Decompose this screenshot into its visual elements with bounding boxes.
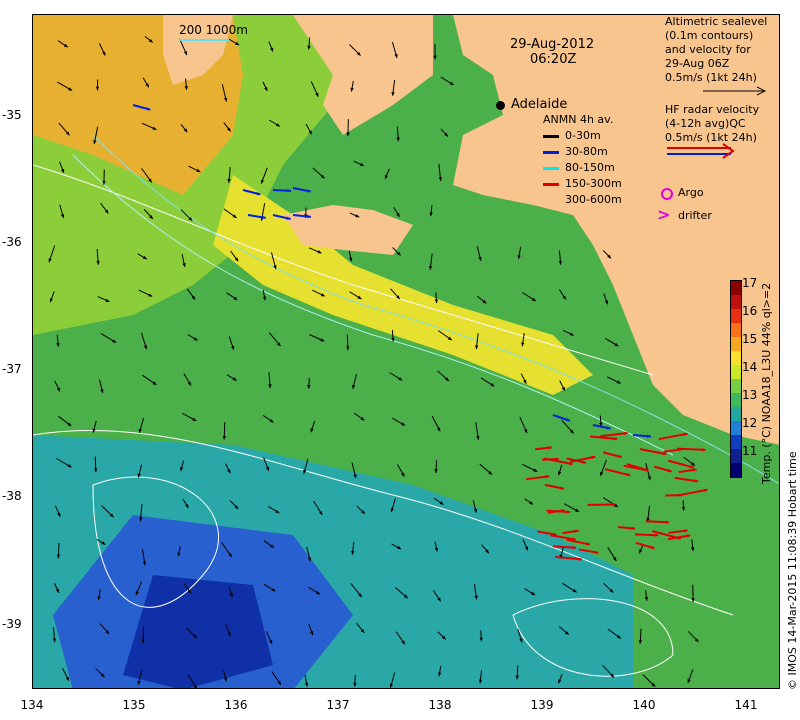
anmn-item: 80-150m [543,160,622,176]
colorbar-segment [731,393,741,407]
x-tick: 135 [122,698,146,712]
y-tick: -36 [2,235,22,249]
anmn-item: 0-30m [543,128,622,144]
colorbar-tick: 12 [742,416,758,430]
x-tick: 138 [428,698,452,712]
colorbar-segment [731,379,741,393]
anmn-swatch [543,134,559,138]
city-label: Adelaide [511,97,568,112]
anmn-swatch [543,166,559,170]
colorbar-segment [731,281,741,295]
anmn-label: 150-300m [565,177,622,190]
hf-radar-legend: HF radar velocity (4-12h avg)QC 0.5m/s (… [665,103,759,145]
legend-text: (0.1m contours) [665,29,754,42]
colorbar-tick: 16 [742,304,758,318]
colorbar-tick: 11 [742,444,758,458]
legend-text: 29-Aug 06Z [665,57,730,70]
anmn-label: 80-150m [565,161,615,174]
anmn-label: 0-30m [565,129,601,142]
credit-text: © IMOS 14-Mar-2015 11:08:39 Hobart time [786,451,799,690]
altimetry-legend: Altimetric sealevel (0.1m contours) and … [665,15,767,85]
colorbar-segment [731,435,741,449]
anmn-label: 300-600m [565,193,622,206]
scale-bar-label: 200 1000m [179,23,248,37]
date-label: 29-Aug-2012 [510,37,595,52]
drifter-icon: > [657,205,671,224]
legend-text: (4-12h avg)QC [665,117,746,130]
colorbar-label: Temp. (°C) NOAA18_L3U 44% ql>=2 [760,282,773,484]
colorbar-tick: 15 [742,332,758,346]
x-tick: 140 [632,698,656,712]
colorbar-segment [731,309,741,323]
hf-radar-scale-arrow [667,143,735,159]
time-label: 06:20Z [530,52,577,67]
colorbar-tick: 17 [742,276,758,290]
drifter-label: drifter [678,209,712,222]
x-tick: 134 [20,698,44,712]
y-tick: -35 [2,108,22,122]
colorbar-segment [731,295,741,309]
legend-text: HF radar velocity [665,103,760,116]
anmn-swatch [543,182,559,186]
legend-text: and velocity for [665,43,751,56]
argo-icon [661,188,673,200]
anmn-swatch [543,199,559,202]
colorbar-segment [731,351,741,365]
argo-label: Argo [678,186,704,199]
colorbar-segment [731,421,741,435]
altimetry-scale-arrow [703,86,767,96]
y-tick: -39 [2,617,22,631]
colorbar-segment [731,323,741,337]
colorbar-segment [731,407,741,421]
map-canvas[interactable]: 29-Aug-2012 06:20Z 200 1000m Adelaide Al… [32,14,780,689]
anmn-swatch [543,150,559,154]
colorbar-segment [731,337,741,351]
colorbar-tick: 13 [742,388,758,402]
city-marker [496,101,505,110]
anmn-legend-title: ANMN 4h av. [543,113,614,126]
anmn-item: 30-80m [543,144,622,160]
x-tick: 136 [224,698,248,712]
temperature-colorbar [730,280,742,478]
x-tick: 137 [326,698,350,712]
y-tick: -37 [2,362,22,376]
colorbar-segment [731,449,741,463]
anmn-label: 30-80m [565,145,608,158]
anmn-item: 300-600m [543,192,622,208]
colorbar-segment [731,463,741,477]
scale-bar-line [179,39,229,41]
colorbar-segment [731,365,741,379]
colorbar-tick: 14 [742,360,758,374]
x-tick: 139 [530,698,554,712]
legend-text: 0.5m/s (1kt 24h) [665,71,757,84]
anmn-item: 150-300m [543,176,622,192]
x-tick: 141 [734,698,758,712]
anmn-legend: 0-30m 30-80m 80-150m 150-300m 300-600m [543,128,622,208]
legend-text: Altimetric sealevel [665,15,768,28]
y-tick: -38 [2,489,22,503]
